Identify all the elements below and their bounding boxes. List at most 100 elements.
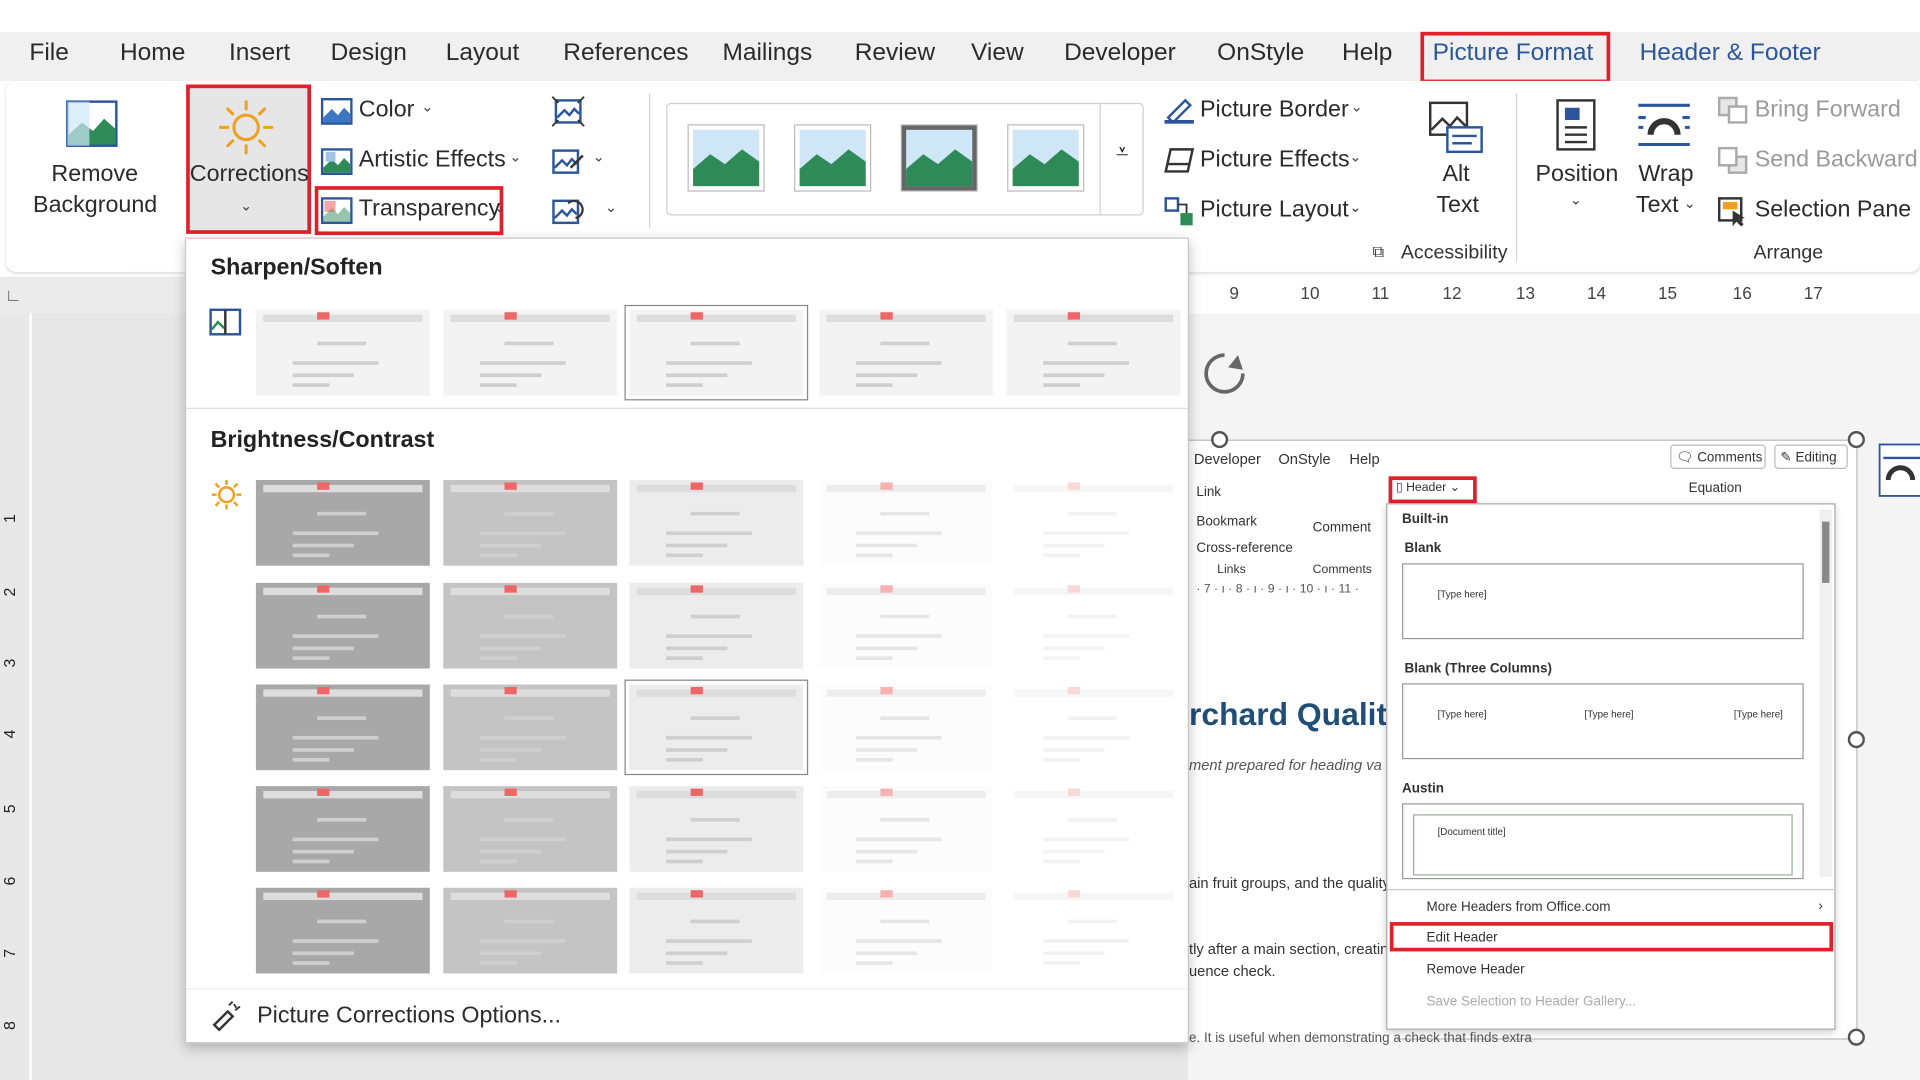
layout-options-icon[interactable] — [1878, 443, 1920, 497]
brightness-option-r3-c4[interactable] — [819, 684, 994, 771]
resize-handle[interactable] — [1211, 431, 1229, 449]
tab-design[interactable]: Design — [331, 39, 407, 67]
position-button[interactable]: Position ⌄ — [1531, 93, 1623, 228]
tab-layout[interactable]: Layout — [446, 39, 520, 67]
picture-style-3[interactable] — [899, 122, 980, 193]
brightness-option-r3-c3[interactable] — [624, 679, 809, 776]
brightness-option-r1-c3[interactable] — [629, 480, 804, 566]
brightness-option-r1-c2[interactable] — [443, 480, 618, 566]
sharpen-option-1[interactable] — [255, 309, 430, 396]
embedded-comment: Comment — [1312, 520, 1372, 536]
brightness-option-r2-c3[interactable] — [629, 582, 804, 669]
brightness-option-r2-c4[interactable] — [819, 582, 994, 669]
embedded-tab-developer: Developer — [1193, 450, 1261, 468]
alt-text-button[interactable]: Alt Text — [1420, 93, 1493, 228]
selection-pane-button[interactable]: Selection Pane — [1714, 193, 1916, 230]
brightness-option-r5-c1[interactable] — [255, 887, 430, 974]
tab-onstyle[interactable]: OnStyle — [1217, 39, 1304, 67]
sharpen-option-2[interactable] — [443, 309, 618, 396]
brightness-option-r4-c4[interactable] — [819, 786, 994, 872]
picture-style-2[interactable] — [792, 122, 873, 193]
gallery-more-button[interactable]: ⩡ — [1099, 102, 1144, 216]
tab-help[interactable]: Help — [1342, 39, 1392, 67]
embedded-picture[interactable]: Developer OnStyle Help 🗨 Comments ✎ Edit… — [1187, 439, 1858, 1046]
change-picture-icon — [552, 149, 584, 174]
artistic-effects-button[interactable]: Artistic Effects ⌄ — [318, 143, 526, 180]
embedded-doc-subtitle: ment prepared for heading va — [1188, 756, 1382, 774]
wrap-text-button[interactable]: Wrap Text ⌄ — [1629, 93, 1702, 228]
brightness-option-r1-c5[interactable] — [1006, 480, 1181, 566]
bring-forward-button[interactable]: Bring Forward — [1714, 93, 1910, 130]
tab-developer[interactable]: Developer — [1064, 39, 1176, 67]
dialog-launcher-icon[interactable]: ⧉ — [1373, 242, 1384, 262]
color-button[interactable]: Color ⌄ — [318, 93, 514, 130]
brightness-option-r5-c4[interactable] — [819, 887, 994, 974]
tab-review[interactable]: Review — [855, 39, 935, 67]
embedded-link: Link — [1196, 484, 1222, 500]
resize-handle[interactable] — [1847, 1028, 1865, 1046]
tab-home[interactable]: Home — [120, 39, 185, 67]
brightness-option-r3-c5[interactable] — [1006, 684, 1181, 771]
sharpen-soften-title: Sharpen/Soften — [210, 254, 383, 281]
gallery-blank: Blank — [1404, 541, 1442, 556]
remove-background-button[interactable]: Remove Background — [24, 88, 165, 225]
brightness-option-r2-c1[interactable] — [255, 582, 430, 669]
alt-text-icon — [1428, 101, 1483, 154]
remove-background-label-2: Background — [33, 192, 158, 218]
corrections-button[interactable]: Corrections ⌄ — [186, 84, 312, 234]
transparency-button[interactable]: Transparency ⌄ — [314, 186, 506, 236]
change-picture-button[interactable]: ⌄ — [551, 146, 612, 178]
ruler-number: 12 — [1442, 282, 1462, 303]
horizontal-ruler: 9 10 11 12 13 14 15 16 17 — [1187, 276, 1920, 312]
corrections-options-label: Picture Corrections Options... — [257, 1002, 562, 1029]
tab-insert[interactable]: Insert — [229, 39, 290, 67]
picture-style-1[interactable] — [686, 122, 767, 193]
selection-pane-label: Selection Pane — [1754, 197, 1912, 223]
sun-icon — [218, 100, 274, 155]
brightness-option-r5-c5[interactable] — [1006, 887, 1181, 974]
alt-text-label-2: Text — [1436, 192, 1480, 218]
wrap-text-label-1: Wrap — [1638, 161, 1694, 188]
tab-mailings[interactable]: Mailings — [722, 39, 812, 67]
tab-view[interactable]: View — [971, 39, 1024, 67]
picture-effects-icon — [1164, 148, 1195, 173]
picture-layout-button[interactable]: Picture Layout ⌄ — [1161, 193, 1369, 230]
picture-border-icon — [1164, 98, 1194, 125]
picture-corrections-options[interactable]: Picture Corrections Options... — [208, 998, 649, 1035]
brightness-option-r2-c5[interactable] — [1006, 582, 1181, 669]
brightness-option-r1-c1[interactable] — [255, 480, 430, 566]
picture-border-button[interactable]: Picture Border ⌄ — [1161, 93, 1369, 130]
chevron-down-icon: ⌄ — [1683, 194, 1697, 212]
resize-handle[interactable] — [1847, 731, 1865, 749]
reset-picture-button[interactable]: ⌄ — [551, 196, 624, 228]
ruler-number: 17 — [1803, 282, 1823, 303]
brightness-option-r5-c3[interactable] — [629, 887, 804, 974]
tab-header-footer[interactable]: Header & Footer — [1640, 39, 1821, 67]
picture-effects-button[interactable]: Picture Effects ⌄ — [1161, 143, 1369, 180]
brightness-option-r4-c2[interactable] — [443, 786, 618, 872]
resize-handle[interactable] — [1847, 431, 1865, 449]
tab-references[interactable]: References — [563, 39, 688, 67]
brightness-option-r4-c3[interactable] — [629, 786, 804, 872]
tab-file[interactable]: File — [29, 39, 68, 67]
sharpen-option-4[interactable] — [819, 309, 994, 396]
brightness-option-r2-c2[interactable] — [443, 582, 618, 669]
brightness-option-r3-c1[interactable] — [255, 684, 430, 771]
rotate-handle-icon[interactable] — [1198, 348, 1252, 402]
accessibility-group-label: Accessibility — [1400, 242, 1508, 264]
brightness-option-r4-c5[interactable] — [1006, 786, 1181, 872]
brightness-option-r3-c2[interactable] — [443, 684, 618, 771]
brightness-option-r4-c1[interactable] — [255, 786, 430, 872]
send-backward-label: Send Backward — [1754, 146, 1918, 173]
brightness-option-r1-c4[interactable] — [819, 480, 994, 566]
tab-stop-icon[interactable]: ∟ — [5, 285, 22, 305]
brightness-option-r5-c2[interactable] — [443, 887, 618, 974]
send-backward-button[interactable]: Send Backward — [1714, 143, 1918, 180]
sharpen-option-3[interactable] — [624, 304, 809, 401]
sharpen-icon — [209, 308, 242, 336]
sharpen-option-5[interactable] — [1006, 309, 1181, 396]
selection-pane-icon — [1717, 197, 1745, 227]
compress-pictures-icon[interactable] — [551, 96, 585, 128]
picture-style-4[interactable] — [1005, 122, 1086, 193]
vruler-number: 3 — [0, 658, 19, 668]
